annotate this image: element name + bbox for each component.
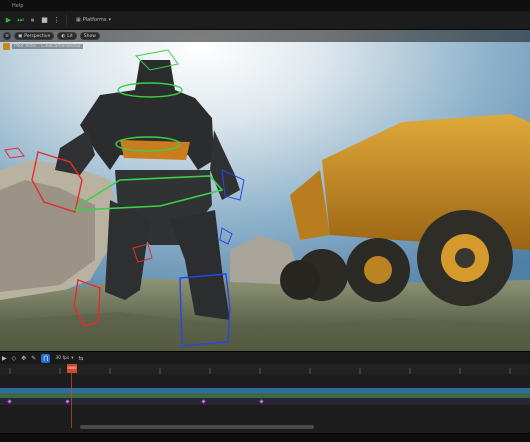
- track-keyframes: [7, 399, 264, 404]
- toolbar-divider: [66, 15, 67, 25]
- play-icon[interactable]: ▶: [2, 355, 7, 362]
- level-viewport[interactable]: [0, 30, 530, 353]
- perspective-button[interactable]: ▣ Perspective: [14, 32, 55, 40]
- timeline-scrollbar[interactable]: [80, 425, 314, 429]
- show-button[interactable]: Show: [79, 32, 100, 40]
- camera-icon: ▣: [18, 33, 23, 39]
- lit-button[interactable]: ◐ Lit: [57, 32, 77, 40]
- show-label: Show: [83, 33, 96, 39]
- menu-bar: Help: [0, 0, 530, 11]
- platforms-label: Platforms: [82, 17, 107, 23]
- fps-label: 30 fps: [55, 355, 70, 361]
- main-toolbar: ▶ ⏭ ⏸ ■ ⋮ ▦ Platforms ▾: [0, 11, 530, 30]
- play-icon[interactable]: ▶: [4, 16, 13, 25]
- settings-icon[interactable]: ⇆: [79, 355, 84, 362]
- platforms-icon: ▦: [76, 17, 81, 23]
- status-bar: [0, 433, 530, 442]
- sequencer-toolbar: ▶ ◇ ✥ ✎ ⋂ 30 fps ▾ ⇆: [0, 351, 530, 364]
- viewport-toolbar: ≡ ▣ Perspective ◐ Lit Show: [0, 30, 530, 42]
- chevron-down-icon: ▾: [108, 17, 111, 23]
- playhead-line[interactable]: [71, 372, 72, 428]
- playhead[interactable]: 0000: [67, 364, 77, 373]
- pilot-lock-icon[interactable]: [3, 42, 10, 50]
- fps-dropdown[interactable]: 30 fps ▾: [55, 356, 73, 361]
- key-icon[interactable]: ◇: [12, 355, 17, 362]
- stop-icon[interactable]: ■: [40, 16, 49, 25]
- transform-icon[interactable]: ✥: [21, 355, 26, 362]
- pencil-icon[interactable]: ✎: [31, 355, 36, 362]
- skip-icon[interactable]: ⏭: [16, 16, 25, 25]
- pilot-actor-label: Pilot Actor : CineCameraActor: [12, 43, 83, 49]
- viewport-scene: [0, 30, 530, 353]
- timeline-ruler[interactable]: [0, 364, 530, 374]
- pilot-actor-indicator: Pilot Actor : CineCameraActor: [3, 42, 83, 50]
- perspective-label: Perspective: [24, 33, 51, 39]
- chevron-down-icon: ▾: [71, 355, 74, 361]
- options-icon[interactable]: ⋮: [52, 16, 61, 25]
- track-keys[interactable]: [0, 398, 530, 405]
- pause-icon[interactable]: ⏸: [28, 16, 37, 25]
- platforms-dropdown[interactable]: ▦ Platforms ▾: [76, 17, 111, 23]
- playhead-frame: 0000: [67, 366, 77, 370]
- snap-icon[interactable]: ⋂: [41, 353, 51, 363]
- ruler-ticks: [9, 368, 511, 374]
- lit-label: Lit: [67, 33, 73, 39]
- lit-icon: ◐: [61, 33, 66, 39]
- viewport-menu-button[interactable]: ≡: [3, 32, 11, 40]
- menu-help[interactable]: Help: [12, 3, 23, 9]
